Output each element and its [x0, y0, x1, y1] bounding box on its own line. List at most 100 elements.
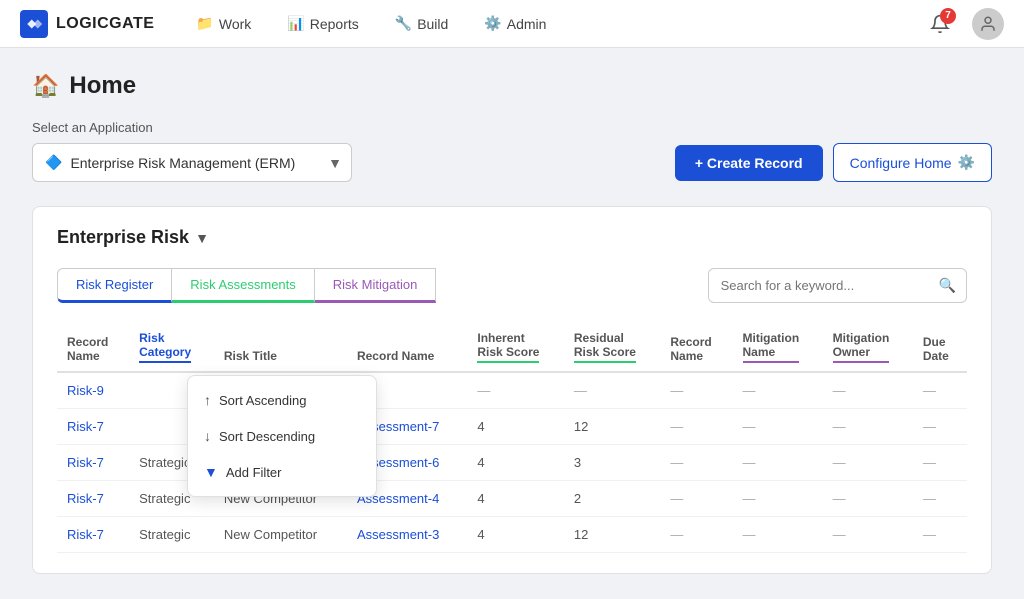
cell-due-date: — — [913, 372, 967, 409]
search-input[interactable] — [709, 270, 929, 301]
nav-right: 7 — [924, 8, 1004, 40]
cell-mitigation-name: — — [733, 445, 823, 481]
action-buttons: + Create Record Configure Home ⚙️ — [675, 143, 992, 182]
cell-record-name-3: — — [660, 517, 732, 553]
app-select-icon: 🔷 — [45, 154, 62, 171]
cell-residual: — — [564, 372, 661, 409]
card-chevron-down-icon[interactable]: ▼ — [195, 230, 209, 246]
logo-text: LOGICGATE — [56, 15, 154, 33]
search-box: 🔍 — [708, 268, 967, 303]
cell-mitigation-owner: — — [823, 409, 913, 445]
notification-count: 7 — [940, 8, 956, 24]
cell-mitigation-owner: — — [823, 481, 913, 517]
add-filter-label: Add Filter — [226, 465, 282, 480]
logo[interactable]: LOGICGATE — [20, 10, 154, 38]
cell-mitigation-name: — — [733, 409, 823, 445]
cell-inherent: — — [467, 372, 564, 409]
cell-due-date: — — [913, 409, 967, 445]
col-inherent-risk: InherentRisk Score — [467, 323, 564, 372]
col-risk-title: Risk Title — [214, 323, 347, 372]
cell-mitigation-owner: — — [823, 445, 913, 481]
page-title: Home — [69, 72, 136, 100]
table-header-row: RecordName RiskCategory Risk Title Recor… — [57, 323, 967, 372]
table-row: Risk-7 Strategic New Competitor Assessme… — [57, 517, 967, 553]
card-title: Enterprise Risk — [57, 227, 189, 248]
cell-record-name[interactable]: Risk-9 — [57, 372, 129, 409]
add-filter-item[interactable]: ▼ Add Filter — [188, 454, 376, 490]
cell-record-name-3: — — [660, 372, 732, 409]
cell-inherent: 4 — [467, 481, 564, 517]
cell-residual: 12 — [564, 517, 661, 553]
cell-residual: 2 — [564, 481, 661, 517]
cell-due-date: — — [913, 445, 967, 481]
cell-mitigation-owner: — — [823, 517, 913, 553]
notifications-bell[interactable]: 7 — [924, 8, 956, 40]
sort-descending-item[interactable]: ↓ Sort Descending — [188, 418, 376, 454]
col-record-name-2: Record Name — [347, 323, 467, 372]
sort-descending-icon: ↓ — [204, 428, 211, 444]
cell-due-date: — — [913, 517, 967, 553]
cell-mitigation-name: — — [733, 372, 823, 409]
app-select-dropdown[interactable]: 🔷 Enterprise Risk Management (ERM) — [32, 143, 352, 182]
enterprise-risk-card: Enterprise Risk ▼ Risk Register Risk Ass… — [32, 206, 992, 574]
nav-reports[interactable]: 📊 Reports — [273, 9, 372, 38]
nav-admin-label: Admin — [507, 16, 547, 32]
nav-reports-label: Reports — [310, 16, 359, 32]
tab-risk-assessments[interactable]: Risk Assessments — [172, 268, 314, 303]
app-select-wrapper: 🔷 Enterprise Risk Management (ERM) ▼ — [32, 143, 352, 182]
cell-inherent: 4 — [467, 445, 564, 481]
tab-risk-mitigation[interactable]: Risk Mitigation — [315, 268, 437, 303]
col-residual-risk: ResidualRisk Score — [564, 323, 661, 372]
nav-admin[interactable]: ⚙️ Admin — [470, 9, 560, 38]
nav-build-label: Build — [417, 16, 448, 32]
work-icon: 📁 — [196, 15, 213, 32]
col-record-name-3: RecordName — [660, 323, 732, 372]
app-select-value: Enterprise Risk Management (ERM) — [70, 155, 295, 171]
logo-icon — [20, 10, 48, 38]
tab-risk-mitigation-label: Risk Mitigation — [333, 277, 418, 292]
sort-descending-label: Sort Descending — [219, 429, 315, 444]
col-due-date: DueDate — [913, 323, 967, 372]
cell-residual: 12 — [564, 409, 661, 445]
cell-record-name[interactable]: Risk-7 — [57, 517, 129, 553]
user-avatar[interactable] — [972, 8, 1004, 40]
sort-ascending-label: Sort Ascending — [219, 393, 306, 408]
cell-record-name-3: — — [660, 481, 732, 517]
configure-home-button[interactable]: Configure Home ⚙️ — [833, 143, 992, 182]
col-risk-category[interactable]: RiskCategory — [129, 323, 214, 372]
tab-risk-register-label: Risk Register — [76, 277, 153, 292]
cell-record-name-2[interactable]: Assessment-3 — [347, 517, 467, 553]
col-record-name: RecordName — [57, 323, 129, 372]
nav-build[interactable]: 🔧 Build — [381, 9, 463, 38]
cell-record-name[interactable]: Risk-7 — [57, 445, 129, 481]
nav-work-label: Work — [219, 16, 251, 32]
nav-work[interactable]: 📁 Work — [182, 9, 265, 38]
select-application-label: Select an Application — [32, 120, 992, 135]
cell-due-date: — — [913, 481, 967, 517]
cell-mitigation-name: — — [733, 481, 823, 517]
sort-ascending-item[interactable]: ↑ Sort Ascending — [188, 382, 376, 418]
build-icon: 🔧 — [395, 15, 412, 32]
home-icon: 🏠 — [32, 73, 59, 99]
cell-risk-category: Strategic — [129, 517, 214, 553]
cell-residual: 3 — [564, 445, 661, 481]
app-select-row: 🔷 Enterprise Risk Management (ERM) ▼ + C… — [32, 143, 992, 182]
cell-mitigation-name: — — [733, 517, 823, 553]
configure-home-label: Configure Home — [850, 155, 952, 171]
tab-risk-assessments-label: Risk Assessments — [190, 277, 295, 292]
col-mitigation-owner: MitigationOwner — [823, 323, 913, 372]
card-header: Enterprise Risk ▼ — [57, 227, 967, 248]
admin-icon: ⚙️ — [484, 15, 501, 32]
page-content: 🏠 Home Select an Application 🔷 Enterpris… — [0, 48, 1024, 598]
create-record-button[interactable]: + Create Record — [675, 145, 823, 181]
cell-record-name[interactable]: Risk-7 — [57, 481, 129, 517]
cell-record-name[interactable]: Risk-7 — [57, 409, 129, 445]
reports-icon: 📊 — [287, 15, 304, 32]
col-mitigation-name: MitigationName — [733, 323, 823, 372]
dropdown-arrow-icon: ▼ — [328, 155, 342, 171]
page-header: 🏠 Home — [32, 72, 992, 100]
search-icon[interactable]: 🔍 — [929, 269, 966, 302]
cell-record-name-3: — — [660, 445, 732, 481]
tab-risk-register[interactable]: Risk Register — [57, 268, 172, 303]
sort-filter-dropdown: ↑ Sort Ascending ↓ Sort Descending ▼ Add… — [187, 375, 377, 497]
